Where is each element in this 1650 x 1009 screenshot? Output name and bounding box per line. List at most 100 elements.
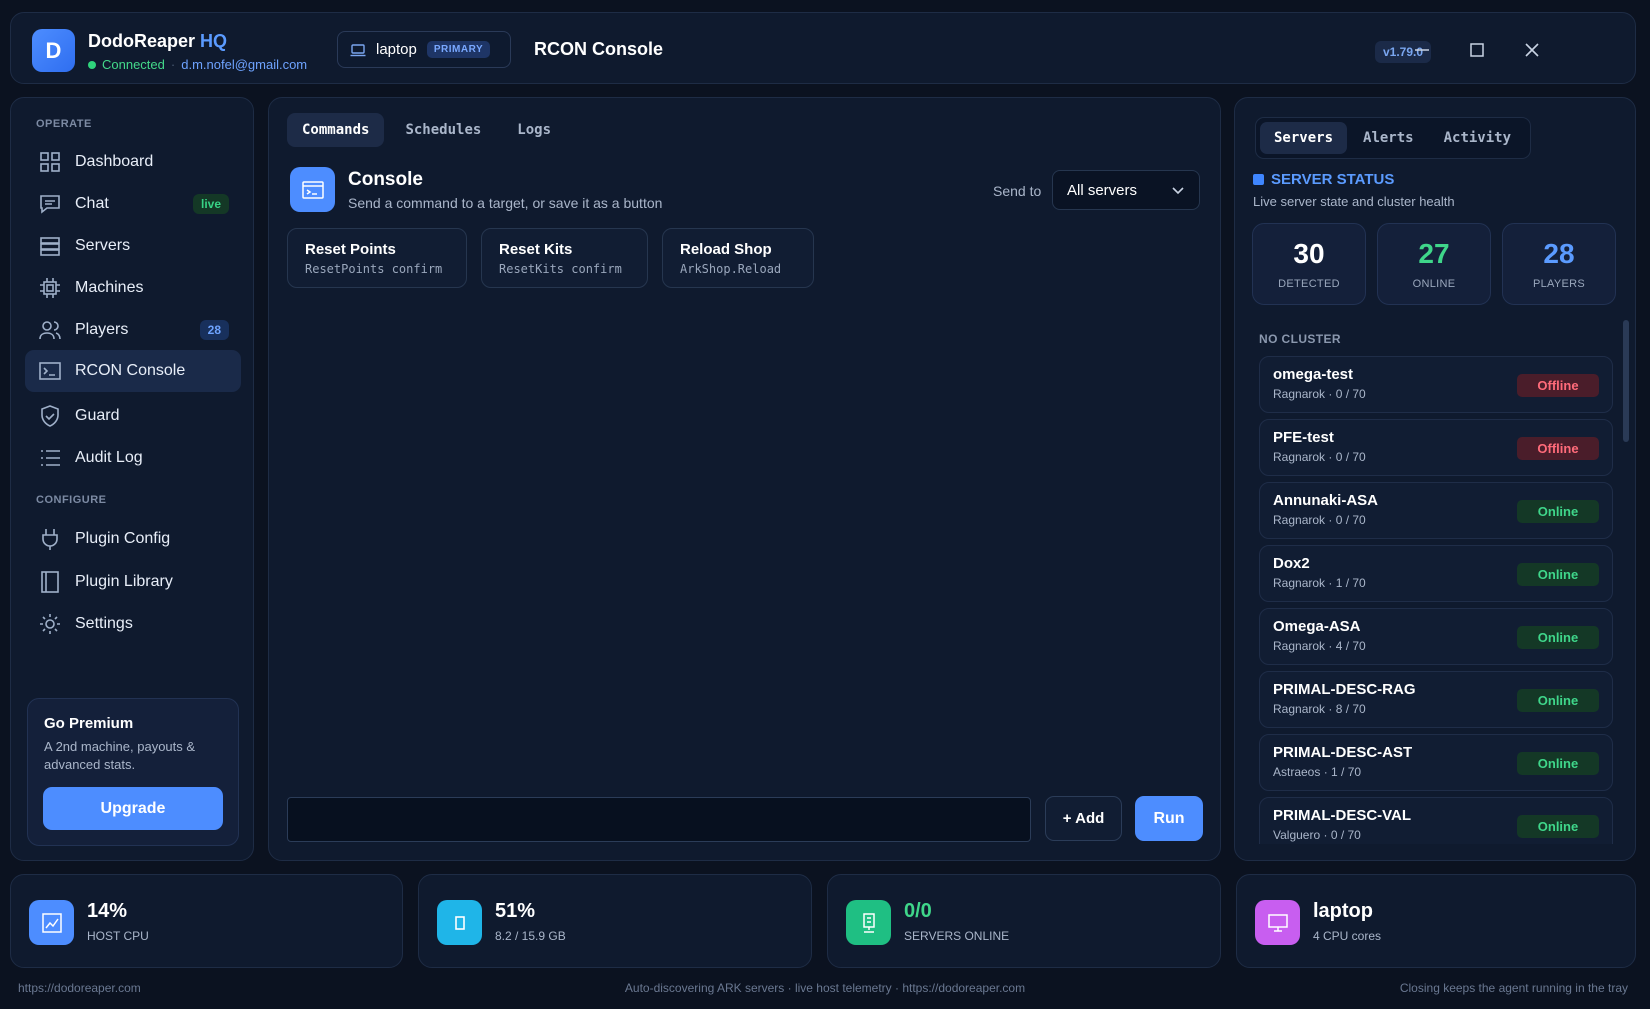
footer-tray-note: Closing keeps the agent running in the t… [1399,981,1628,995]
server-row[interactable]: PRIMAL-DESC-RAG Ragnarok · 8 / 70 Online [1259,671,1613,728]
live-badge: live [192,194,229,214]
connection-state: Connected [102,57,165,72]
tab-commands[interactable]: Commands [287,113,385,147]
sidebar-item-chat[interactable]: Chat live [25,184,241,224]
app-name: DodoReaper HQ [88,31,228,51]
server-row[interactable]: PFE-test Ragnarok · 0 / 70 Offline [1259,419,1613,476]
status-badge: Online [1517,500,1599,523]
command-button-reload-shop[interactable]: Reload Shop ArkShop.Reload [662,228,814,288]
sidebar-item-label: Dashboard [75,153,154,170]
sidebar-item-machines[interactable]: Machines [25,268,241,308]
sidebar-item-servers[interactable]: Servers [25,226,241,266]
close-button[interactable] [1517,35,1547,65]
server-row[interactable]: PRIMAL-DESC-VAL Valguero · 0 / 70 Online [1259,797,1613,844]
tab-schedules[interactable]: Schedules [390,113,496,147]
memory-label: 8.2 / 15.9 GB [495,929,566,943]
premium-description: A 2nd machine, payouts & advanced stats. [44,739,196,772]
status-badge: Online [1517,752,1599,775]
premium-title: Go Premium [44,715,134,732]
server-row[interactable]: Omega-ASA Ragnarok · 4 / 70 Online [1259,608,1613,665]
stat-label: ONLINE [1412,278,1456,290]
server-row[interactable]: omega-test Ragnarok · 0 / 70 Offline [1259,356,1613,413]
console-subtitle: Send a command to a target, or save it a… [348,195,663,211]
server-list-scrollbar[interactable] [1623,320,1629,442]
upgrade-button[interactable]: Upgrade [43,787,223,830]
stat-value: 30 [1293,238,1325,269]
send-to-value: All servers [1067,181,1138,199]
stat-label: DETECTED [1278,278,1340,290]
status-badge: Online [1517,626,1599,649]
command-name: Reload Shop [680,241,772,258]
cpu-value: 14% [87,900,128,922]
terminal-window-icon [301,180,324,199]
sidebar-item-label: RCON Console [75,362,186,379]
server-status-panel: Servers Alerts Activity SERVER STATUS Li… [1234,97,1636,861]
maximize-button[interactable] [1462,35,1492,65]
tab-servers[interactable]: Servers [1260,122,1348,154]
sidebar: OPERATE Dashboard Chat live Servers Mach… [10,97,254,861]
sidebar-item-label: Machines [75,279,144,296]
status-badge: Offline [1517,437,1599,460]
sidebar-item-plugin-config[interactable]: Plugin Config [25,519,241,559]
machine-label: 4 CPU cores [1313,929,1382,943]
minimize-icon [1415,49,1429,51]
sidebar-item-plugin-library[interactable]: Plugin Library [25,562,241,602]
add-command-button[interactable]: + Add [1045,796,1122,841]
stat-label: PLAYERS [1532,278,1586,290]
server-row[interactable]: Annunaki-ASA Ragnarok · 0 / 70 Online [1259,482,1613,539]
sidebar-item-audit-log[interactable]: Audit Log [25,438,241,478]
send-to-select[interactable]: All servers [1052,170,1200,210]
machine-name: laptop [376,41,417,58]
primary-badge: PRIMARY [426,41,491,58]
minimize-button[interactable] [1407,35,1437,65]
tab-logs[interactable]: Logs [502,113,566,147]
tab-alerts[interactable]: Alerts [1349,122,1428,154]
tab-activity[interactable]: Activity [1430,122,1525,154]
machine-value: laptop [1313,900,1373,922]
title-bar: D DodoReaper HQ Connected · d.m.nofel@gm… [10,12,1636,84]
memory-card: 51% 8.2 / 15.9 GB [418,874,812,968]
sidebar-item-guard[interactable]: Guard [25,396,241,436]
memory-icon [437,900,482,945]
square-icon [1253,174,1264,185]
server-row[interactable]: Dox2 Ragnarok · 1 / 70 Online [1259,545,1613,602]
sidebar-item-settings[interactable]: Settings [25,604,241,644]
machine-selector[interactable]: laptop PRIMARY [337,31,511,68]
sidebar-item-label: Plugin Config [75,530,171,547]
chart-icon [29,900,74,945]
sidebar-item-rcon-console[interactable]: RCON Console [25,350,241,392]
sidebar-item-label: Settings [75,615,133,632]
status-tabs: Servers Alerts Activity [1255,117,1531,159]
sidebar-item-label: Audit Log [75,449,143,466]
command-button-reset-points[interactable]: Reset Points ResetPoints confirm [287,228,467,288]
server-rack-icon [846,900,891,945]
server-status-subtitle: Live server state and cluster health [1253,194,1455,209]
book-icon [41,571,59,593]
app-name-suffix: HQ [200,31,228,51]
sidebar-item-label: Guard [75,407,120,424]
machine-card: laptop 4 CPU cores [1236,874,1636,968]
gear-icon [40,614,60,634]
command-text: ResetKits confirm [499,262,622,276]
send-to-label: Send to [993,183,1042,199]
app-logo: D [32,29,75,72]
sidebar-item-players[interactable]: Players 28 [25,310,241,350]
chevron-down-icon [1172,187,1184,195]
servers-online-value: 0/0 [904,900,932,922]
account-email[interactable]: d.m.nofel@gmail.com [181,57,307,72]
stat-players: 28 PLAYERS [1502,223,1616,305]
stat-detected: 30 DETECTED [1252,223,1366,305]
section-label-configure: CONFIGURE [36,494,107,506]
server-list: omega-test Ragnarok · 0 / 70 Offline PFE… [1259,356,1613,844]
run-button[interactable]: Run [1135,796,1203,841]
command-input[interactable] [287,797,1031,842]
status-badge: Offline [1517,374,1599,397]
server-row[interactable]: PRIMAL-DESC-AST Astraeos · 1 / 70 Online [1259,734,1613,791]
plug-icon [42,529,58,550]
stat-value: 27 [1418,238,1450,269]
stat-online: 27 ONLINE [1377,223,1491,305]
command-button-reset-kits[interactable]: Reset Kits ResetKits confirm [481,228,648,288]
servers-online-card: 0/0 SERVERS ONLINE [827,874,1221,968]
maximize-icon [1470,43,1484,57]
sidebar-item-dashboard[interactable]: Dashboard [25,142,241,182]
